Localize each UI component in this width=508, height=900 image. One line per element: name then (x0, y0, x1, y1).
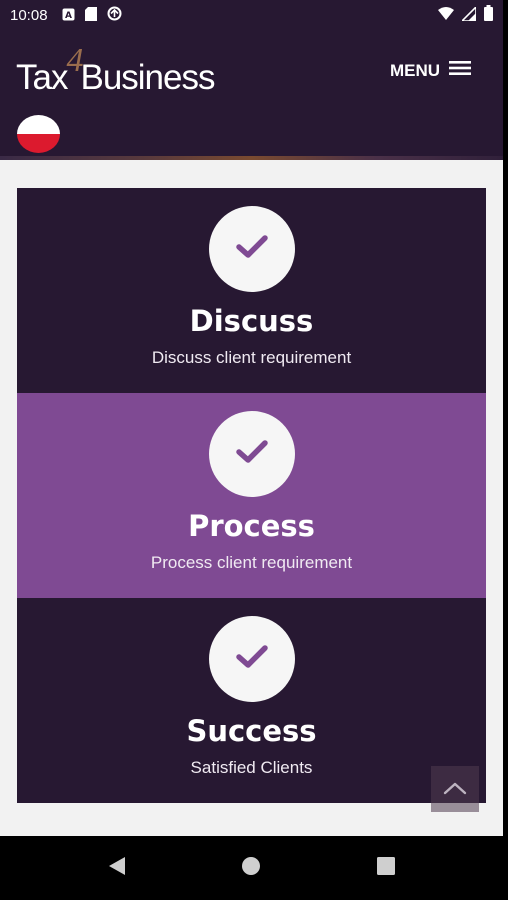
battery-icon (484, 5, 493, 25)
screen-edge (503, 0, 508, 900)
step-subtitle: Satisfied Clients (190, 758, 313, 777)
menu-label: MENU (390, 60, 441, 80)
status-time: 10:08 (10, 6, 48, 24)
back-icon[interactable] (108, 856, 126, 880)
step-subtitle: Process client requirement (150, 553, 353, 572)
check-circle (208, 616, 295, 702)
app-area: 10:08 A Tax 4 Business MENU Discuss Disc… (0, 0, 503, 836)
recents-icon[interactable] (377, 857, 396, 879)
sd-card-icon (84, 6, 97, 25)
logo-suffix: Business (80, 58, 215, 97)
wifi-icon (438, 6, 454, 25)
svg-text:A: A (65, 11, 72, 21)
poland-flag-icon[interactable] (17, 115, 60, 153)
header-banner-strip (0, 156, 503, 160)
status-icons-left: A (62, 6, 122, 25)
cellular-signal-icon (460, 4, 477, 25)
hamburger-icon (449, 60, 472, 81)
step-card-discuss: Discuss Discuss client requirement (17, 188, 486, 393)
home-icon[interactable] (241, 856, 261, 880)
checkmark-icon (235, 234, 269, 264)
checkmark-icon (235, 439, 269, 469)
menu-button[interactable]: MENU (390, 60, 472, 81)
scroll-to-top-button[interactable] (431, 766, 479, 812)
chevron-up-icon (443, 780, 467, 799)
logo-prefix: Tax (16, 58, 68, 97)
step-title: Discuss (189, 304, 314, 338)
notification-a-icon: A (62, 6, 75, 25)
site-header: Tax 4 Business MENU (0, 30, 503, 160)
status-bar: 10:08 A (0, 0, 503, 30)
step-title: Success (186, 714, 317, 748)
checkmark-icon (235, 644, 269, 674)
sync-icon (107, 6, 122, 25)
step-card-success: Success Satisfied Clients (17, 598, 486, 803)
screen: 10:08 A Tax 4 Business MENU Discuss Disc… (0, 0, 508, 900)
site-logo[interactable]: Tax 4 Business (16, 42, 216, 98)
check-circle (208, 206, 295, 292)
navigation-bar (0, 836, 503, 900)
step-title: Process (188, 509, 315, 543)
step-subtitle: Discuss client requirement (151, 348, 352, 367)
check-circle (208, 411, 295, 497)
step-card-process: Process Process client requirement (17, 393, 486, 598)
steps-section: Discuss Discuss client requirement Proce… (17, 188, 486, 803)
status-icons-right (438, 4, 493, 25)
